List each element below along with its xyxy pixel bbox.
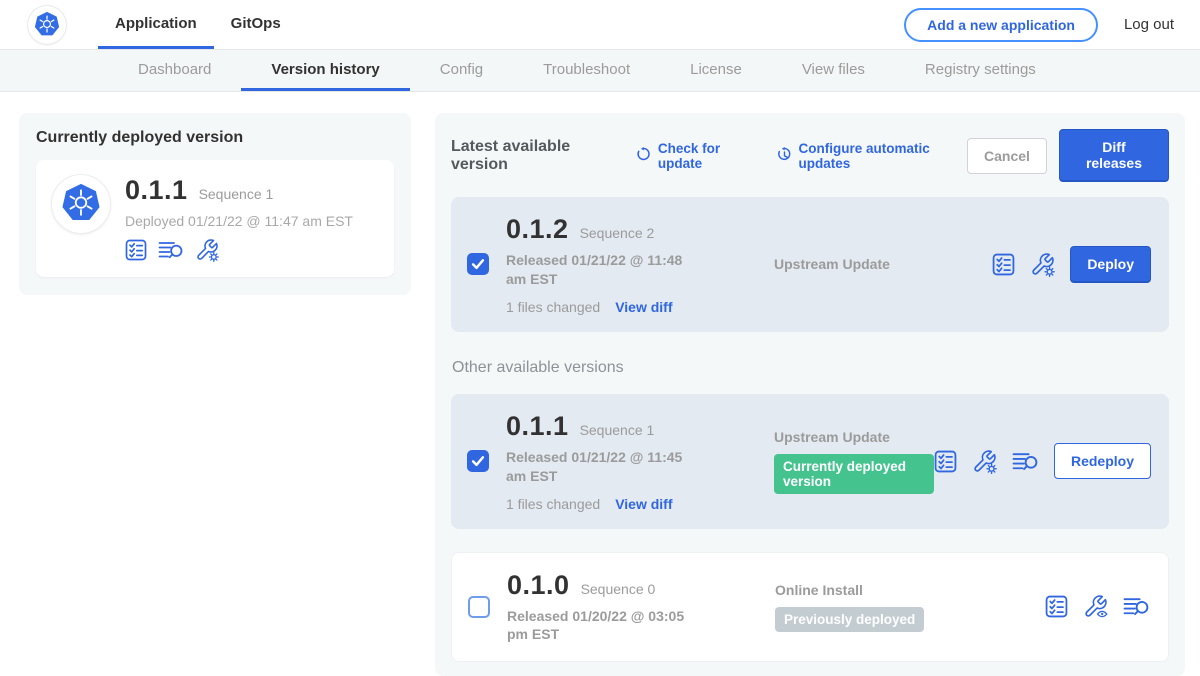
released-timestamp: Released 01/21/22 @ 11:48 am EST [506, 251, 702, 289]
deployed-version-number: 0.1.1 [125, 175, 188, 206]
subnav-tab-troubleshoot[interactable]: Troubleshoot [513, 50, 660, 91]
released-timestamp: Released 01/21/22 @ 11:45 am EST [506, 448, 702, 486]
check-for-update-label: Check for update [658, 141, 757, 171]
version-info: 0.1.2 Sequence 2 Released 01/21/22 @ 11:… [506, 214, 718, 315]
edit-config-icon[interactable] [972, 449, 997, 474]
files-changed-label: 1 files changed [506, 299, 600, 315]
version-checkbox-0-1-2[interactable] [467, 253, 489, 275]
deploy-button[interactable]: Deploy [1070, 246, 1151, 283]
brand [28, 0, 66, 49]
redeploy-button[interactable]: Redeploy [1054, 443, 1151, 479]
logout-button[interactable]: Log out [1124, 0, 1174, 49]
view-files-icon[interactable] [1012, 450, 1039, 473]
view-diff-link[interactable]: View diff [615, 496, 672, 512]
version-sequence: Sequence 0 [581, 581, 656, 597]
tab-gitops-label: GitOps [231, 15, 281, 32]
version-checkbox-0-1-0[interactable] [468, 596, 490, 618]
app-logo-icon [52, 175, 110, 233]
view-diff-link[interactable]: View diff [615, 299, 672, 315]
version-row-0-1-0: 0.1.0 Sequence 0 Released 01/20/22 @ 03:… [451, 552, 1169, 663]
subnav-tab-dashboard[interactable]: Dashboard [108, 50, 241, 91]
version-sequence: Sequence 2 [580, 225, 655, 241]
clock-refresh-icon [776, 147, 793, 164]
release-notes-icon[interactable] [992, 253, 1015, 276]
version-row-0-1-2: 0.1.2 Sequence 2 Released 01/21/22 @ 11:… [451, 197, 1169, 332]
top-nav-spacer [298, 0, 904, 49]
deployed-version-sequence: Sequence 1 [199, 186, 274, 202]
tab-gitops[interactable]: GitOps [214, 0, 298, 49]
version-source-column: Online Install Previously deployed [719, 582, 1045, 632]
version-source: Upstream Update [774, 429, 934, 445]
previously-deployed-badge: Previously deployed [775, 607, 924, 632]
view-files-icon[interactable] [1123, 595, 1150, 618]
subnav-tab-version-history[interactable]: Version history [241, 50, 409, 91]
files-changed-line: 1 files changed View diff [506, 496, 718, 512]
tab-application-label: Application [115, 15, 197, 32]
files-changed-label: 1 files changed [506, 496, 600, 512]
version-info: 0.1.0 Sequence 0 Released 01/20/22 @ 03:… [507, 570, 719, 645]
edit-config-icon[interactable] [1030, 252, 1055, 277]
version-info: 0.1.1 Sequence 1 Released 01/21/22 @ 11:… [506, 411, 718, 512]
version-source-column: Upstream Update Currently deployed versi… [718, 429, 934, 494]
deployed-version-card: 0.1.1 Sequence 1 Deployed 01/21/22 @ 11:… [36, 160, 394, 277]
deployed-version-actions [125, 238, 353, 262]
subnav-tab-config[interactable]: Config [410, 50, 513, 91]
diff-releases-button[interactable]: Diff releases [1059, 129, 1169, 182]
app-subnav: Dashboard Version history Config Trouble… [0, 50, 1200, 92]
other-versions-title: Other available versions [452, 359, 1169, 377]
version-actions: Deploy [992, 246, 1153, 283]
deployed-version-details: 0.1.1 Sequence 1 Deployed 01/21/22 @ 11:… [125, 175, 353, 262]
view-config-icon[interactable] [1083, 594, 1108, 619]
subnav-tab-license[interactable]: License [660, 50, 772, 91]
deployed-timestamp: Deployed 01/21/22 @ 11:47 am EST [125, 213, 353, 229]
row-gap [451, 529, 1169, 552]
currently-deployed-badge: Currently deployed version [774, 454, 934, 494]
tab-application[interactable]: Application [98, 0, 214, 49]
files-changed-line: 1 files changed View diff [506, 299, 718, 315]
currently-deployed-panel: Currently deployed version 0.1.1 Sequenc… [19, 113, 411, 295]
version-source-column: Upstream Update [718, 256, 992, 272]
refresh-icon [635, 147, 652, 164]
configure-automatic-updates-label: Configure automatic updates [799, 141, 968, 171]
subnav-tab-registry-settings[interactable]: Registry settings [895, 50, 1066, 91]
main-content: Currently deployed version 0.1.1 Sequenc… [0, 92, 1200, 676]
version-source: Upstream Update [774, 256, 992, 272]
version-number: 0.1.1 [506, 411, 569, 442]
version-checkbox-0-1-1[interactable] [467, 450, 489, 472]
version-actions: Redeploy [934, 443, 1153, 479]
release-notes-icon[interactable] [934, 450, 957, 473]
subnav-tab-view-files[interactable]: View files [772, 50, 895, 91]
version-source: Online Install [775, 582, 1045, 598]
configure-automatic-updates-link[interactable]: Configure automatic updates [776, 141, 968, 171]
version-history-panel: Latest available version Check for updat… [435, 113, 1185, 676]
version-sequence: Sequence 1 [580, 422, 655, 438]
version-row-0-1-1: 0.1.1 Sequence 1 Released 01/21/22 @ 11:… [451, 394, 1169, 529]
kubernetes-logo-icon [28, 6, 66, 44]
latest-version-header: Latest available version Check for updat… [451, 129, 1169, 182]
view-files-icon[interactable] [158, 239, 184, 261]
check-for-update-link[interactable]: Check for update [635, 141, 757, 171]
currently-deployed-title: Currently deployed version [36, 129, 394, 147]
version-number: 0.1.2 [506, 214, 569, 245]
cancel-button[interactable]: Cancel [967, 138, 1047, 174]
top-nav: Application GitOps Add a new application… [0, 0, 1200, 50]
latest-version-title: Latest available version [451, 138, 616, 174]
release-notes-icon[interactable] [125, 239, 147, 261]
version-actions [1045, 594, 1152, 619]
add-application-button[interactable]: Add a new application [904, 8, 1098, 42]
edit-config-icon[interactable] [195, 238, 219, 262]
release-notes-icon[interactable] [1045, 595, 1068, 618]
version-number: 0.1.0 [507, 570, 570, 601]
released-timestamp: Released 01/20/22 @ 03:05 pm EST [507, 607, 703, 645]
